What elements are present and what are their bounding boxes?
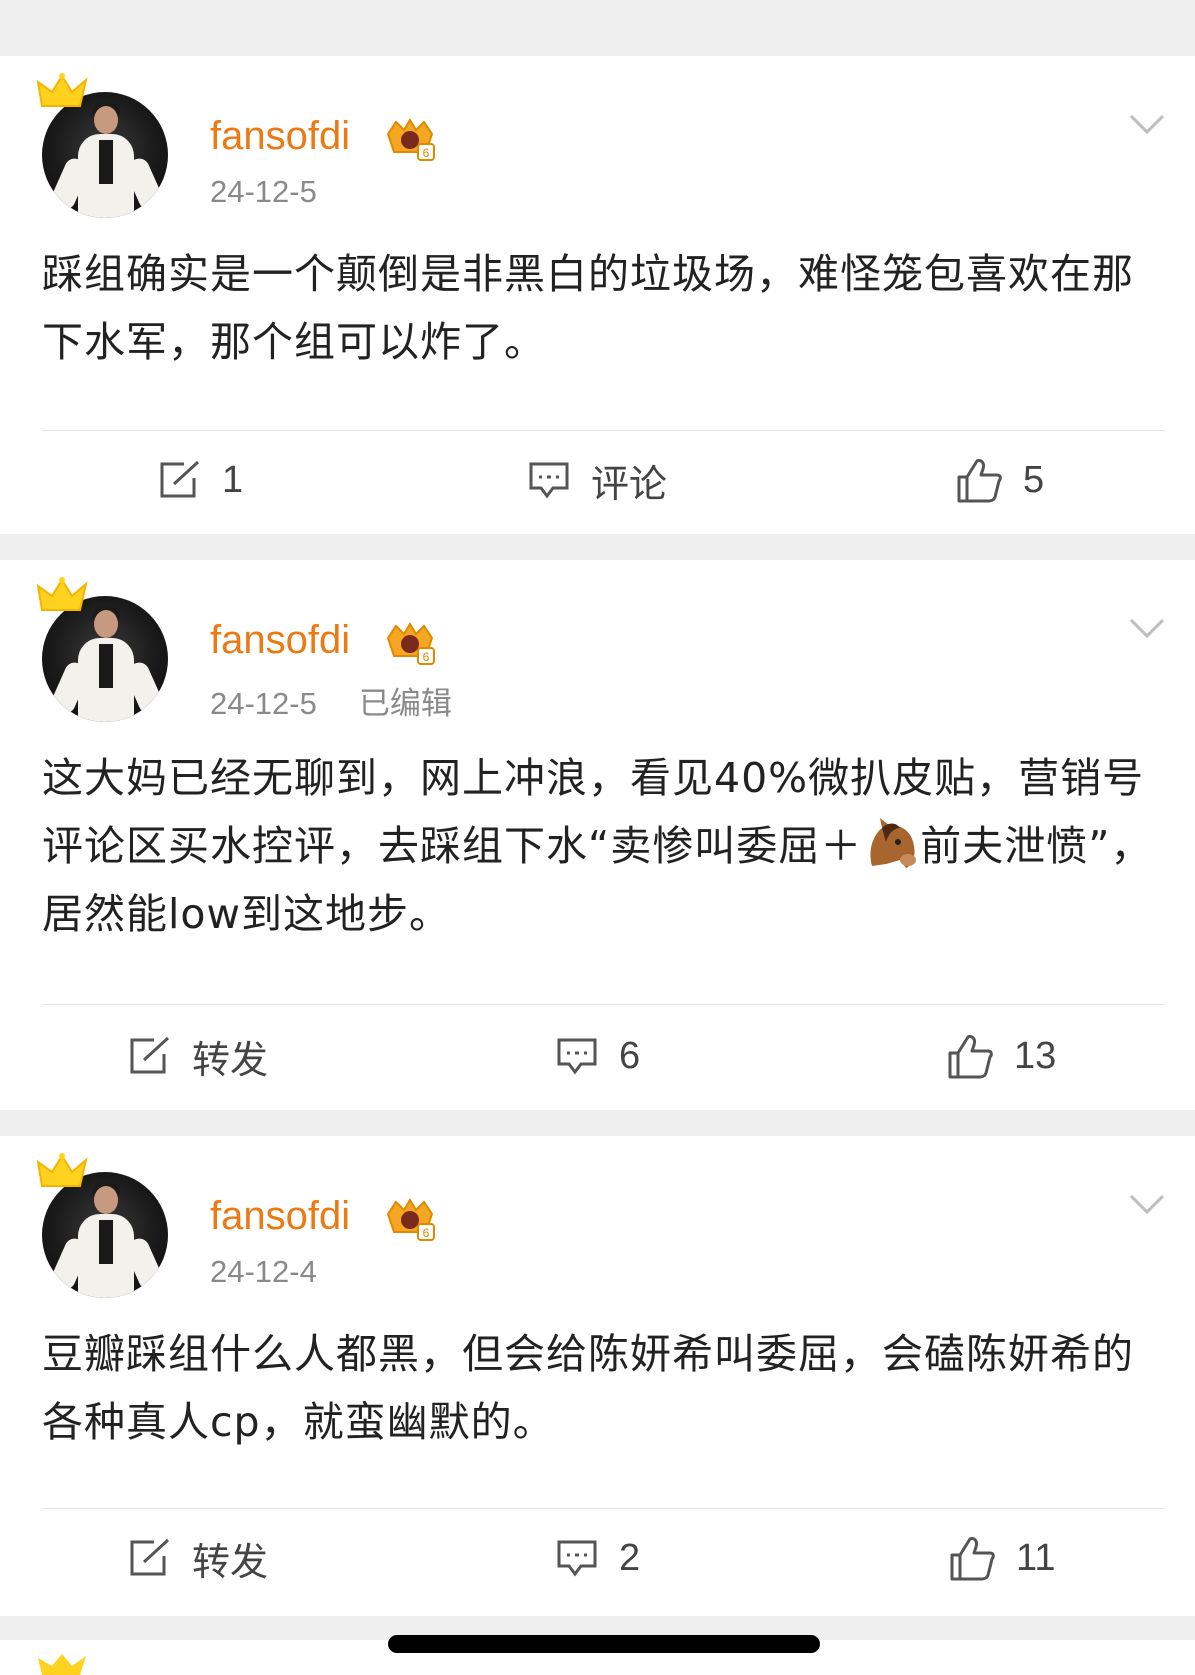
avatar[interactable] [36, 577, 170, 722]
post-meta: 24-12-5 [210, 174, 317, 210]
svg-text:6: 6 [423, 650, 430, 664]
svg-text:6: 6 [423, 1226, 430, 1240]
like-button[interactable]: 11 [948, 1506, 1055, 1610]
edited-label: 已编辑 [358, 686, 452, 721]
avatar[interactable] [36, 1153, 170, 1298]
horse-emoji [870, 818, 917, 868]
post-meta: 24-12-4 [210, 1254, 317, 1290]
vip-badge-icon[interactable]: 6 [382, 116, 438, 166]
like-icon [957, 459, 1002, 503]
home-indicator[interactable] [388, 1635, 820, 1653]
comment-count: 2 [619, 1536, 641, 1579]
like-icon [950, 1537, 995, 1581]
chevron-down-icon[interactable] [1129, 616, 1165, 640]
post-meta: 24-12-5 已编辑 [210, 678, 452, 723]
post-text: 豆瓣踩组什么人都黑，但会给陈妍希叫委屈，会磕陈妍希的各种真人cp，就蛮幽默的。 [42, 1330, 1134, 1446]
repost-label: 转发 [192, 1541, 269, 1584]
chevron-down-icon[interactable] [1129, 112, 1165, 136]
post-text: 踩组确实是一个颠倒是非黑白的垃圾场，难怪笼包喜欢在那下水军，那个组可以炸了。 [42, 250, 1134, 366]
like-icon [948, 1035, 993, 1079]
username[interactable]: fansofdi [210, 114, 350, 159]
post-card: fansofdi 6 24-12-4 豆瓣踩组什么人都黑，但会给陈妍希叫委屈，会… [0, 1136, 1195, 1616]
comment-icon [557, 1540, 597, 1577]
repost-button[interactable]: 转发 [128, 1002, 268, 1110]
post-date: 24-12-4 [210, 1254, 317, 1289]
avatar[interactable] [36, 73, 170, 218]
crown-icon [38, 1654, 86, 1675]
comment-button[interactable]: 2 [555, 1506, 640, 1610]
vip-badge-icon[interactable]: 6 [382, 1196, 438, 1246]
comment-button[interactable]: 评论 [527, 428, 667, 532]
comment-count: 6 [619, 1034, 641, 1077]
like-button[interactable]: 5 [955, 428, 1044, 532]
post-date: 24-12-5 [210, 174, 317, 209]
post-card: fansofdi 6 24-12-5 已编辑 这大妈已经无聊到，网上冲浪，看见40… [0, 560, 1195, 1110]
comment-label: 评论 [591, 463, 668, 506]
repost-count: 1 [222, 458, 244, 501]
like-button[interactable]: 13 [946, 1002, 1056, 1110]
svg-text:6: 6 [423, 146, 430, 160]
post-text: 这大妈已经无聊到，网上冲浪，看见40%微扒皮贴，营销号评论区买水控评，去踩组下水… [42, 744, 1167, 948]
username[interactable]: fansofdi [210, 1194, 350, 1239]
repost-button[interactable]: 1 [158, 428, 243, 532]
chevron-down-icon[interactable] [1129, 1192, 1165, 1216]
post-card: fansofdi 6 24-12-5 踩组确实是一个颠倒是非黑白的垃圾场，难怪笼… [0, 56, 1195, 534]
crown-icon [36, 577, 88, 611]
repost-icon [160, 460, 200, 498]
like-count: 13 [1014, 1034, 1057, 1077]
comment-button[interactable]: 6 [555, 1002, 640, 1110]
username[interactable]: fansofdi [210, 618, 350, 663]
post-date: 24-12-5 [210, 686, 317, 721]
comment-icon [557, 1038, 597, 1075]
repost-icon [130, 1036, 170, 1074]
repost-icon [130, 1538, 170, 1576]
crown-icon [36, 73, 88, 107]
comment-icon [529, 462, 569, 499]
vip-badge-icon[interactable]: 6 [382, 620, 438, 670]
like-count: 11 [1016, 1536, 1056, 1579]
repost-button[interactable]: 转发 [128, 1506, 268, 1610]
like-count: 5 [1023, 458, 1045, 501]
crown-icon [36, 1153, 88, 1187]
repost-label: 转发 [192, 1039, 269, 1082]
